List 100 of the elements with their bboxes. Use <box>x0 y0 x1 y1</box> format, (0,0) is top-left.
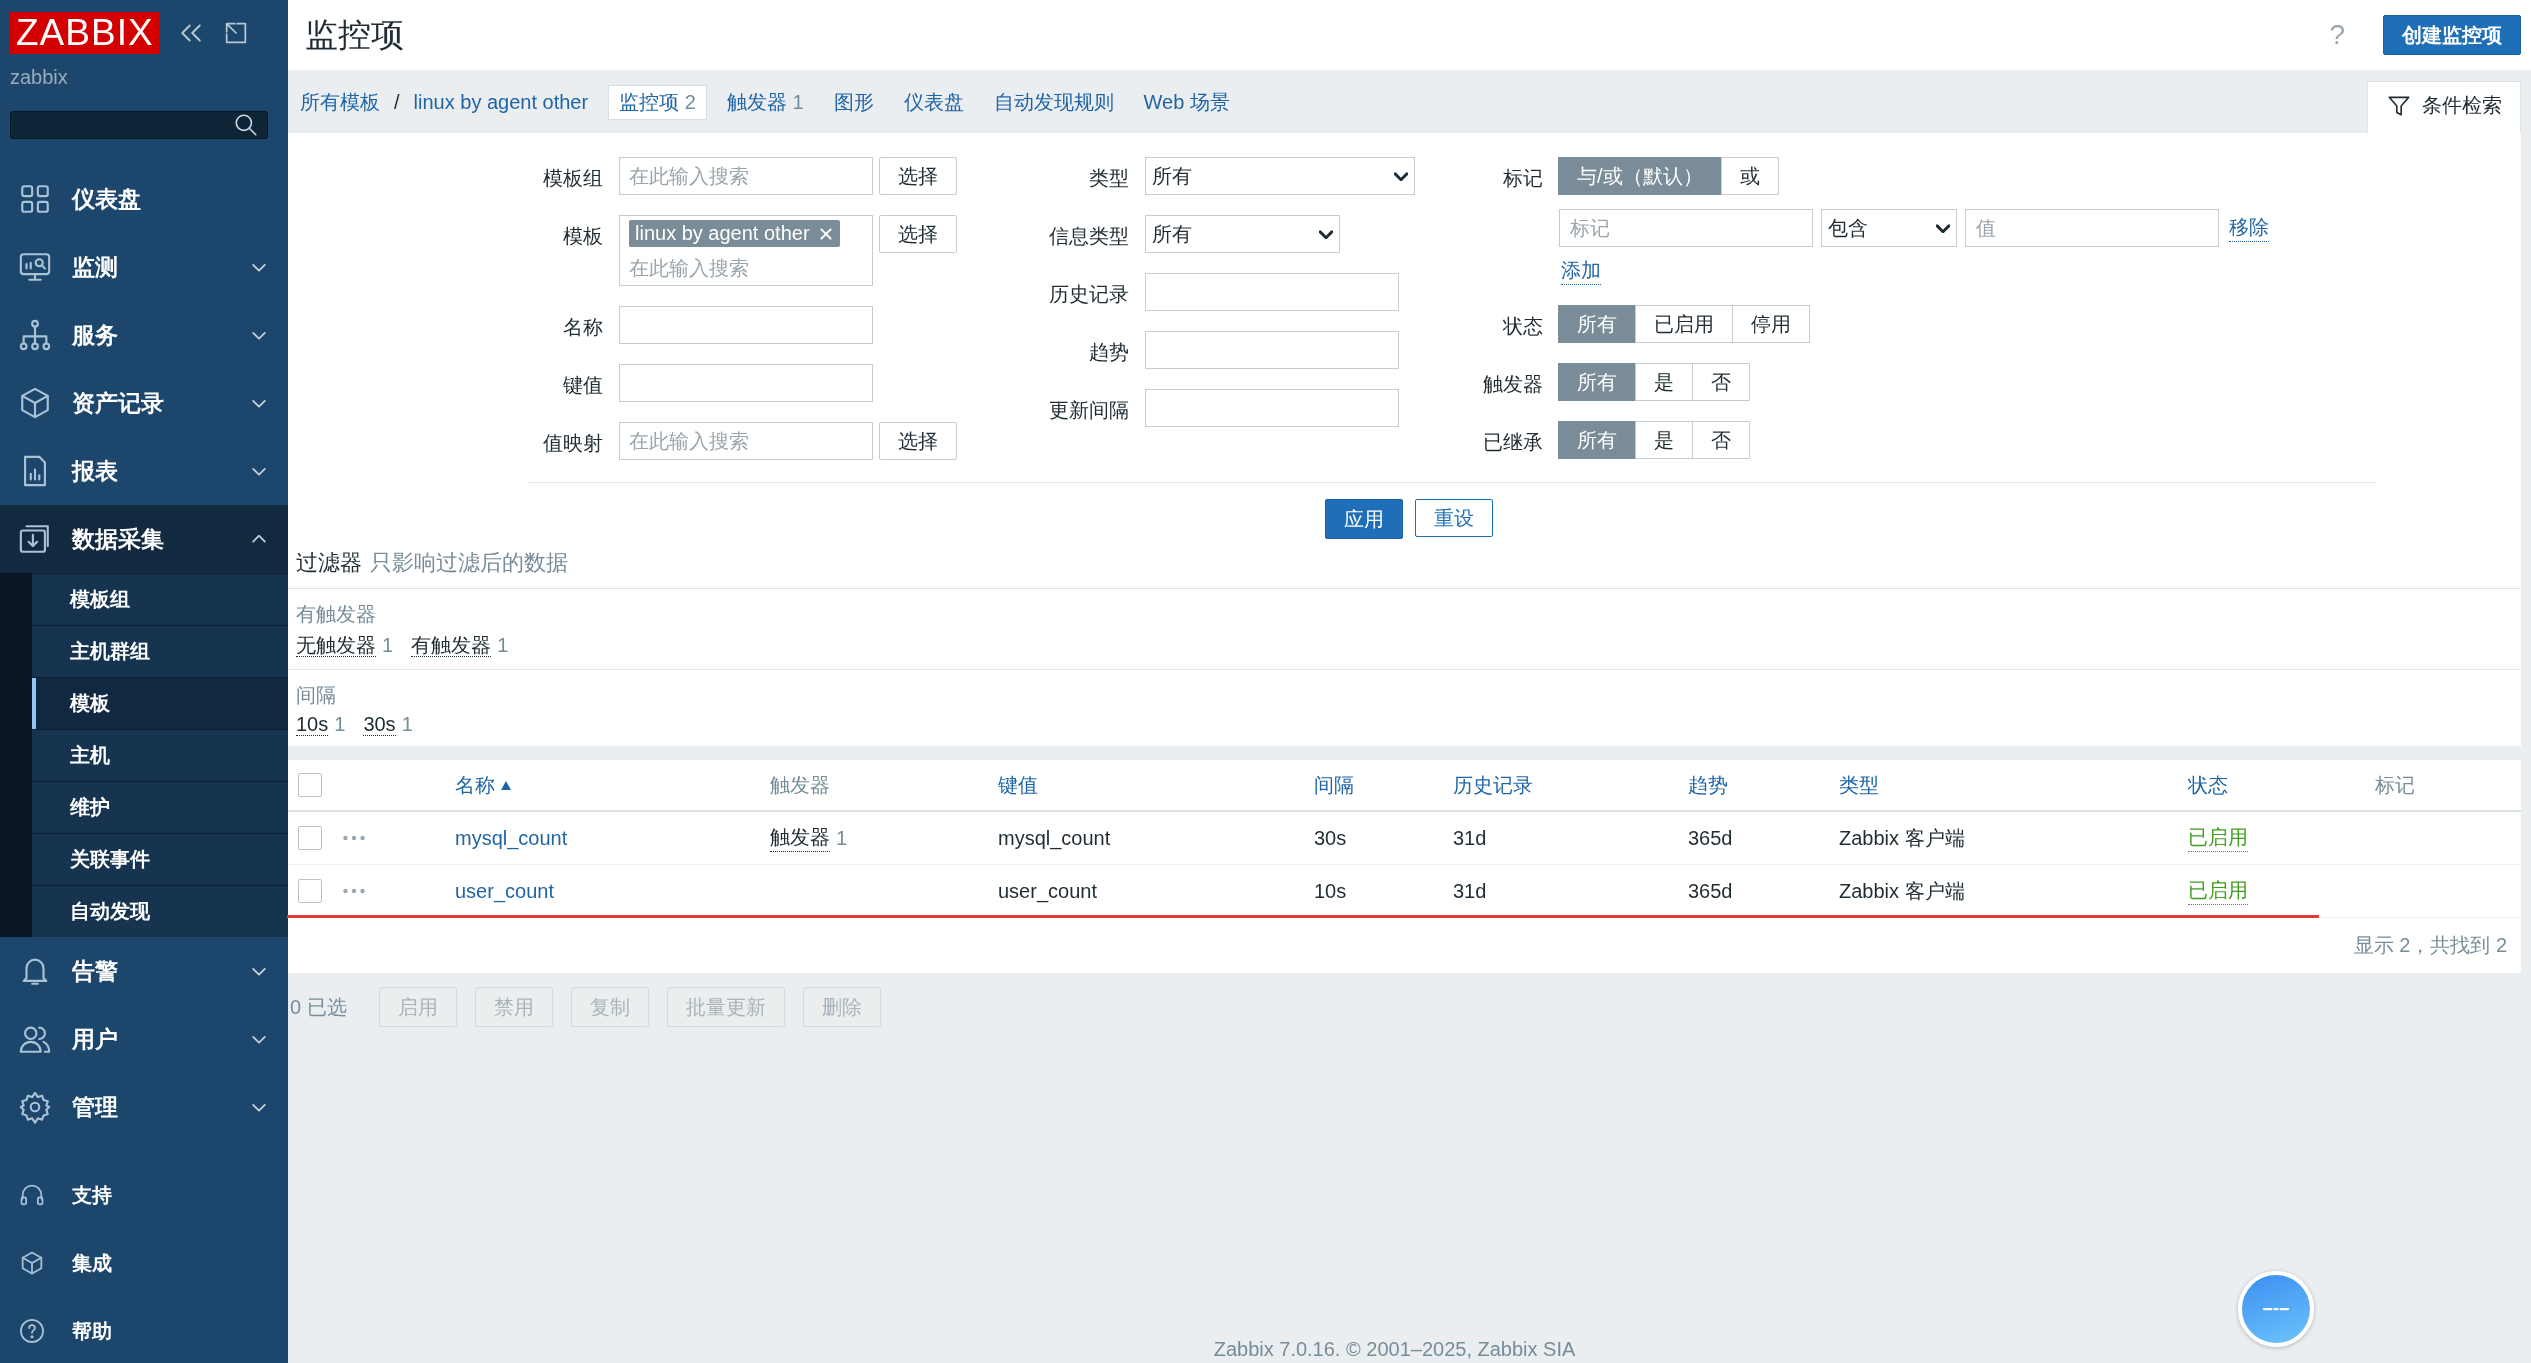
multiselect-field[interactable]: 在此输入搜索 <box>619 422 873 460</box>
dropdown[interactable]: 所有 <box>1145 157 1415 195</box>
menu-item[interactable]: 告警 <box>0 937 288 1005</box>
checkbox[interactable] <box>298 879 322 903</box>
submenu-item[interactable]: 模板组 <box>32 573 288 625</box>
item-name-link[interactable]: user_count <box>455 879 554 903</box>
text-field[interactable] <box>1145 331 1399 369</box>
menu-item[interactable]: 集成 <box>0 1229 288 1297</box>
menu-label: 服务 <box>72 320 119 350</box>
tab[interactable]: 仪表盘 <box>903 89 964 116</box>
more-icon <box>343 835 365 841</box>
column-header[interactable]: 键值 <box>998 771 1038 799</box>
table-cell: 31d <box>1453 826 1487 850</box>
search-field[interactable] <box>10 111 268 139</box>
column-header[interactable]: 间隔 <box>1314 771 1354 799</box>
chevron-icon <box>252 330 266 340</box>
item-name-link[interactable]: mysql_count <box>455 826 568 850</box>
checkbox[interactable] <box>298 773 322 797</box>
breadcrumb-link[interactable]: linux by agent other <box>413 91 589 114</box>
chevron-icon <box>1319 229 1333 239</box>
floating-button[interactable] <box>2238 1271 2314 1347</box>
menu-item[interactable]: 帮助 <box>0 1297 288 1363</box>
submenu-item[interactable]: 维护 <box>32 781 288 833</box>
search-input[interactable]: 在此输入搜索 <box>629 424 863 458</box>
subfilter-link[interactable]: 10s <box>296 713 329 736</box>
subfilter-count: 1 <box>382 634 394 656</box>
column-header[interactable]: 名称 <box>455 771 495 799</box>
apply-button[interactable]: 应用 <box>1325 499 1403 539</box>
tab[interactable]: 自动发现规则 <box>993 89 1114 116</box>
close-icon <box>817 225 834 242</box>
column-header[interactable]: 历史记录 <box>1453 771 1533 799</box>
monitor-icon <box>18 250 52 284</box>
submenu-item[interactable]: 主机群组 <box>32 625 288 677</box>
radio-option[interactable]: 是 <box>1635 421 1693 459</box>
radio-option[interactable]: 或 <box>1720 157 1779 195</box>
breadcrumb-link[interactable]: 所有模板 <box>300 89 380 116</box>
select-button[interactable]: 选择 <box>879 422 957 460</box>
text-field[interactable] <box>619 306 873 344</box>
column-header[interactable]: 趋势 <box>1688 771 1728 799</box>
menu-item[interactable]: 仪表盘 <box>0 165 288 233</box>
subfilter-link[interactable]: 无触发器 <box>296 634 376 657</box>
search-input[interactable]: 在此输入搜索 <box>629 159 863 193</box>
reset-button[interactable]: 重设 <box>1415 499 1493 537</box>
chevron-icon <box>252 262 266 272</box>
add-link[interactable]: 添加 <box>1561 257 1601 285</box>
menu-item[interactable]: 支持 <box>0 1161 288 1229</box>
logo[interactable]: ZABBIX <box>10 12 160 54</box>
radio-option[interactable]: 已启用 <box>1635 305 1733 343</box>
dropdown[interactable]: 包含 <box>1821 209 1957 247</box>
menu-item[interactable]: 数据采集 <box>0 505 288 573</box>
search-input[interactable]: 在此输入搜索 <box>629 251 863 285</box>
filter-tab[interactable]: 条件检索 <box>2367 81 2521 133</box>
submenu-item[interactable]: 关联事件 <box>32 833 288 885</box>
help-icon <box>18 1317 46 1345</box>
menu-item[interactable]: 管理 <box>0 1073 288 1141</box>
dropdown[interactable]: 所有 <box>1145 215 1340 253</box>
trigger-link[interactable]: 触发器 <box>770 824 830 852</box>
menu-item[interactable]: 资产记录 <box>0 369 288 437</box>
tab[interactable]: Web 场景 <box>1143 89 1230 116</box>
field-label: 已继承 <box>1482 430 1543 455</box>
menu-label: 数据采集 <box>72 524 165 554</box>
field-label: 模板组 <box>542 166 603 191</box>
multiselect-field[interactable]: 在此输入搜索 <box>619 157 873 195</box>
field-label: 趋势 <box>1088 340 1129 365</box>
tab[interactable]: 触发器 1 <box>726 89 804 116</box>
radio-option[interactable]: 否 <box>1692 363 1750 401</box>
radio-option[interactable]: 是 <box>1635 363 1693 401</box>
menu-label: 监测 <box>72 252 119 282</box>
tag-field[interactable]: 标记 <box>1559 209 1813 247</box>
menu-item[interactable]: 报表 <box>0 437 288 505</box>
subfilter-link[interactable]: 30s <box>363 713 396 736</box>
menu-item[interactable]: 监测 <box>0 233 288 301</box>
value-field[interactable]: 值 <box>1965 209 2219 247</box>
text-field[interactable] <box>1145 273 1399 311</box>
select-button[interactable]: 选择 <box>879 215 957 253</box>
table-cell: 365d <box>1688 879 1733 903</box>
menu-item[interactable]: 服务 <box>0 301 288 369</box>
tab[interactable]: 监控项 2 <box>608 85 707 120</box>
settings-icon <box>18 1090 52 1124</box>
column-header[interactable]: 状态 <box>2188 771 2228 799</box>
radio-option[interactable]: 否 <box>1692 421 1750 459</box>
field-label: 模板 <box>562 224 603 249</box>
column-header[interactable]: 类型 <box>1839 771 1879 799</box>
cube-icon <box>18 386 52 420</box>
text-field[interactable] <box>619 364 873 402</box>
create-item-button[interactable]: 创建监控项 <box>2383 15 2521 55</box>
select-button[interactable]: 选择 <box>879 157 957 195</box>
menu-item[interactable]: 用户 <box>0 1005 288 1073</box>
tab[interactable]: 图形 <box>833 89 874 116</box>
submenu-item[interactable]: 模板 <box>32 677 288 729</box>
table-cell: user_count <box>998 879 1097 903</box>
menu-label: 用户 <box>72 1024 119 1054</box>
remove-link[interactable]: 移除 <box>2229 214 2269 242</box>
submenu-item[interactable]: 自动发现 <box>32 885 288 937</box>
checkbox[interactable] <box>298 826 322 850</box>
column-header: 触发器 <box>770 772 830 798</box>
text-field[interactable] <box>1145 389 1399 427</box>
radio-option[interactable]: 停用 <box>1732 305 1810 343</box>
subfilter-link[interactable]: 有触发器 <box>411 634 492 657</box>
submenu-item[interactable]: 主机 <box>32 729 288 781</box>
